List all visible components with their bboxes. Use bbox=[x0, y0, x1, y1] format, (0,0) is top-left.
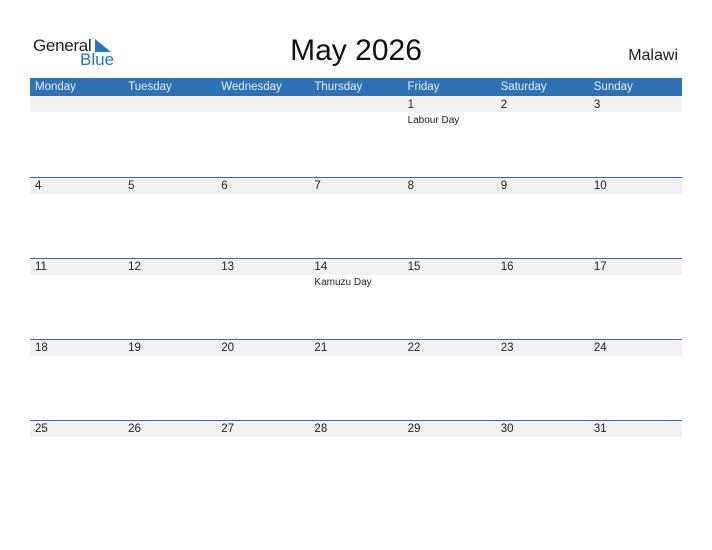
calendar-week: 11 12 13 14 Kamuzu Day 15 16 17 bbox=[30, 258, 682, 339]
day-cell: 3 bbox=[589, 96, 682, 177]
calendar-week: 4 5 6 7 8 9 10 bbox=[30, 177, 682, 258]
day-cell: 9 bbox=[496, 177, 589, 258]
weekday-thursday: Thursday bbox=[314, 81, 363, 93]
day-number: 12 bbox=[128, 261, 141, 273]
day-number: 15 bbox=[407, 261, 421, 273]
day-cell: 23 bbox=[496, 339, 589, 420]
day-number: 25 bbox=[35, 423, 48, 435]
day-cell: 12 bbox=[123, 258, 216, 339]
holiday-label: Kamuzu Day bbox=[314, 277, 372, 288]
day-cell: 29 bbox=[403, 420, 496, 501]
day-cell: 20 bbox=[216, 339, 309, 420]
day-number: 9 bbox=[500, 180, 508, 192]
day-cell: 18 bbox=[30, 339, 123, 420]
calendar-week: 18 19 20 21 22 23 24 bbox=[30, 339, 682, 420]
day-cell: 7 bbox=[309, 177, 402, 258]
day-number: 22 bbox=[407, 342, 421, 354]
calendar-week: 25 26 27 28 29 30 31 bbox=[30, 420, 682, 501]
weekday-saturday: Saturday bbox=[500, 81, 547, 93]
day-cell: 25 bbox=[30, 420, 123, 501]
day-number: 11 bbox=[35, 261, 47, 273]
day-cell: 13 bbox=[216, 258, 309, 339]
day-cell: 19 bbox=[123, 339, 216, 420]
day-number: 19 bbox=[128, 342, 141, 354]
day-number: 14 bbox=[314, 261, 328, 273]
day-cell: 14 Kamuzu Day bbox=[309, 258, 402, 339]
day-number: 6 bbox=[221, 180, 228, 192]
day-number: 30 bbox=[500, 423, 514, 435]
day-number: 21 bbox=[314, 342, 328, 354]
day-number: 3 bbox=[593, 99, 601, 111]
calendar-week: 1 Labour Day 2 3 bbox=[30, 96, 682, 177]
day-number: 31 bbox=[593, 423, 607, 435]
day-cell: 5 bbox=[123, 177, 216, 258]
day-number: 29 bbox=[407, 423, 421, 435]
weekday-header: Monday Tuesday Wednesday Thursday Friday… bbox=[30, 78, 682, 96]
day-cell: 4 bbox=[30, 177, 123, 258]
day-number: 1 bbox=[407, 99, 414, 111]
day-cell: 21 bbox=[309, 339, 402, 420]
day-number: 16 bbox=[500, 261, 514, 273]
day-number: 13 bbox=[221, 261, 235, 273]
weekday-friday: Friday bbox=[407, 81, 440, 93]
day-number: 7 bbox=[314, 180, 321, 192]
country-label: Malawi bbox=[628, 47, 678, 64]
weekday-monday: Monday bbox=[35, 81, 76, 93]
day-number: 23 bbox=[500, 342, 514, 354]
day-number: 20 bbox=[221, 342, 235, 354]
day-cell bbox=[123, 96, 216, 177]
holiday-label: Labour Day bbox=[407, 115, 460, 126]
day-cell: 30 bbox=[496, 420, 589, 501]
day-cell: 27 bbox=[216, 420, 309, 501]
day-number: 10 bbox=[593, 180, 607, 192]
day-number: 17 bbox=[593, 261, 607, 273]
day-number: 2 bbox=[500, 99, 508, 111]
weekday-wednesday: Wednesday bbox=[221, 81, 282, 93]
day-number: 26 bbox=[128, 423, 141, 435]
day-number: 4 bbox=[35, 180, 42, 192]
weekday-tuesday: Tuesday bbox=[128, 81, 172, 93]
day-cell: 16 bbox=[496, 258, 589, 339]
day-cell: 26 bbox=[123, 420, 216, 501]
day-number: 5 bbox=[128, 180, 135, 192]
page-title: May 2026 bbox=[290, 34, 422, 67]
day-cell bbox=[216, 96, 309, 177]
weekday-sunday: Sunday bbox=[593, 81, 633, 93]
day-number: 27 bbox=[221, 423, 235, 435]
day-number: 24 bbox=[593, 342, 607, 354]
day-cell: 2 bbox=[496, 96, 589, 177]
day-cell: 15 bbox=[403, 258, 496, 339]
day-cell: 10 bbox=[589, 177, 682, 258]
day-number: 28 bbox=[314, 423, 328, 435]
day-number: 18 bbox=[35, 342, 48, 354]
day-cell bbox=[30, 96, 123, 177]
day-cell: 24 bbox=[589, 339, 682, 420]
day-cell: 28 bbox=[309, 420, 402, 501]
day-cell: 1 Labour Day bbox=[403, 96, 496, 177]
day-number: 8 bbox=[407, 180, 414, 192]
day-cell: 6 bbox=[216, 177, 309, 258]
day-cell: 31 bbox=[589, 420, 682, 501]
day-cell: 8 bbox=[403, 177, 496, 258]
day-cell: 17 bbox=[589, 258, 682, 339]
day-cell bbox=[309, 96, 402, 177]
day-cell: 11 bbox=[30, 258, 123, 339]
day-cell: 22 bbox=[403, 339, 496, 420]
